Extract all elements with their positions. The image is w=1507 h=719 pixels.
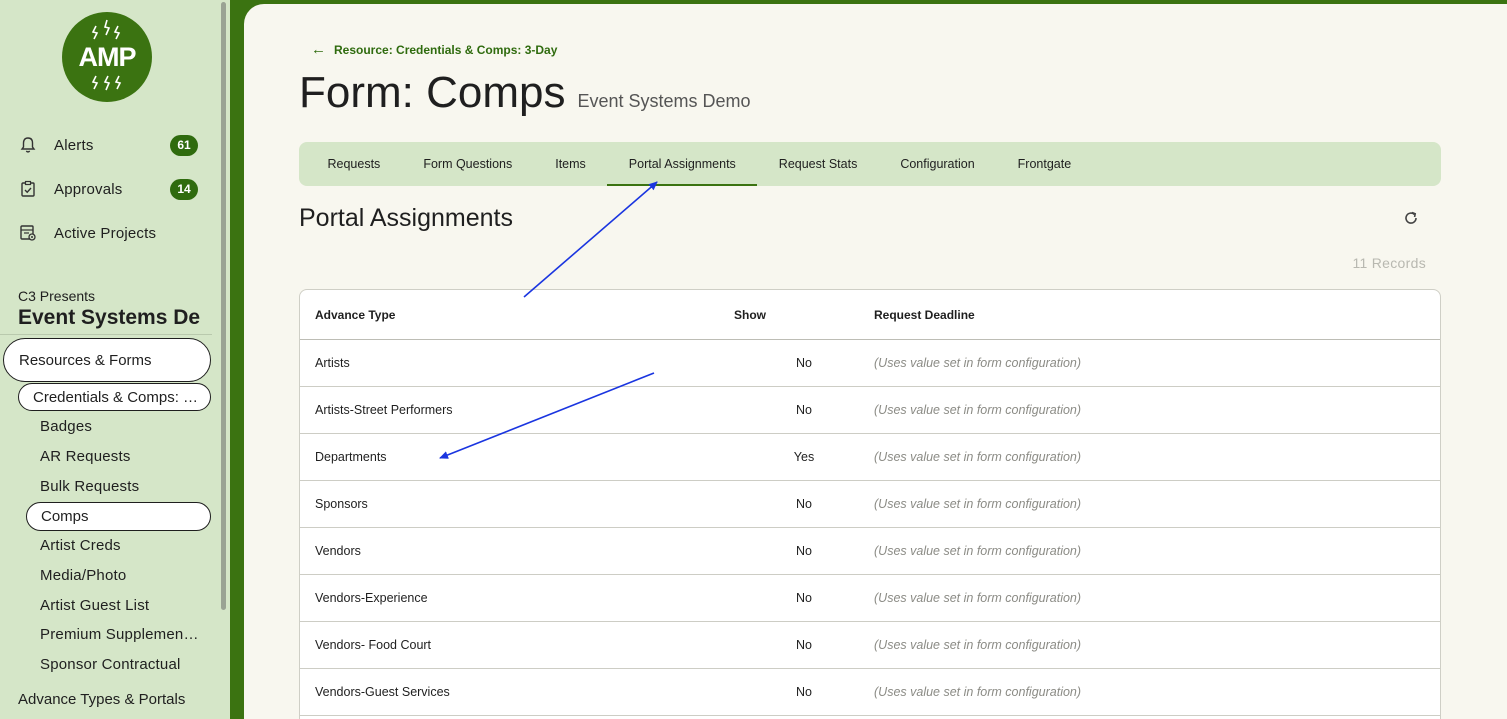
cell-request-deadline: (Uses value set in form configuration) [874,544,1082,558]
sidebar-divider [0,334,212,335]
cell-show: No [796,497,812,511]
cell-advance-type: Artists-Street Performers [315,403,453,417]
form-item-badges[interactable]: Badges [40,418,200,435]
form-item-media-photo[interactable]: Media/Photo [40,567,200,584]
refresh-icon[interactable] [1400,207,1422,229]
cell-advance-type: Vendors-Experience [315,591,428,605]
nav-approvals-label: Approvals [54,180,123,198]
cell-advance-type: Sponsors [315,497,368,511]
tab-request-stats[interactable]: Request Stats [757,142,879,186]
arrow-left-icon: ← [311,41,326,58]
main-panel: ← Resource: Credentials & Comps: 3-Day F… [244,4,1507,719]
cell-request-deadline: (Uses value set in form configuration) [874,638,1082,652]
form-item-bulk-requests[interactable]: Bulk Requests [40,478,200,495]
cell-request-deadline: (Uses value set in form configuration) [874,497,1082,511]
clipboard-check-icon [18,179,38,199]
project-name[interactable]: Event Systems De [18,306,223,330]
form-item-premium-supplement[interactable]: Premium Supplement… [40,626,200,643]
tab-frontgate[interactable]: Frontgate [996,142,1093,186]
approvals-count-badge: 14 [170,178,198,200]
cell-show: No [796,356,812,370]
alerts-count-badge: 61 [170,134,198,156]
table-row[interactable]: Vendors-Guest Services No (Uses value se… [300,669,1440,716]
cell-request-deadline: (Uses value set in form configuration) [874,403,1082,417]
advance-types-portals-link[interactable]: Advance Types & Portals [18,691,185,708]
nav-alerts-label: Alerts [54,136,94,154]
nav-active-projects-label: Active Projects [54,224,157,242]
cell-advance-type: Vendors [315,544,361,558]
cell-request-deadline: (Uses value set in form configuration) [874,450,1082,464]
amp-logo[interactable]: AMP [62,12,152,102]
page-title-text: Form: Comps [299,68,566,117]
header-advance-type[interactable]: Advance Type [300,308,734,322]
table-row[interactable]: Sponsors No (Uses value set in form conf… [300,481,1440,528]
header-show[interactable]: Show [734,308,874,322]
sidebar-scrollbar[interactable] [221,2,226,610]
nav-alerts[interactable]: Alerts 61 [18,130,198,160]
cell-show: Yes [793,450,815,464]
page-subtitle: Event Systems Demo [577,91,751,111]
back-link[interactable]: ← Resource: Credentials & Comps: 3-Day [311,42,557,57]
table-row[interactable]: Vendors- Food Court No (Uses value set i… [300,622,1440,669]
resource-credentials-comps[interactable]: Credentials & Comps: … [18,383,211,411]
tab-form-questions[interactable]: Form Questions [402,142,534,186]
form-item-artist-creds[interactable]: Artist Creds [40,537,200,554]
page-title: Form: Comps Event Systems Demo [299,68,751,118]
tab-configuration[interactable]: Configuration [879,142,996,186]
tab-portal-assignments[interactable]: Portal Assignments [607,142,758,186]
back-link-label: Resource: Credentials & Comps: 3-Day [334,42,558,57]
header-request-deadline[interactable]: Request Deadline [874,308,1440,322]
cell-show: No [796,403,812,417]
tab-requests[interactable]: Requests [306,142,402,186]
cell-show: No [796,638,812,652]
table-row[interactable]: Vendors-Experience No (Uses value set in… [300,575,1440,622]
table-header: Advance Type Show Request Deadline [300,290,1440,340]
cell-request-deadline: (Uses value set in form configuration) [874,685,1082,699]
records-count: 11 Records [1352,255,1426,271]
projects-icon [18,223,38,243]
tab-items[interactable]: Items [534,142,608,186]
sidebar: AMP Alerts 61 Approvals 14 Active Projec… [0,0,230,719]
cell-request-deadline: (Uses value set in form configuration) [874,591,1082,605]
nav-approvals[interactable]: Approvals 14 [18,174,198,204]
logo-text: AMP [78,41,137,72]
table-row[interactable]: Artists No (Uses value set in form confi… [300,340,1440,387]
cell-show: No [796,685,812,699]
form-item-comps[interactable]: Comps [26,502,211,531]
cell-advance-type: Departments [315,450,387,464]
cell-advance-type: Vendors- Food Court [315,638,432,652]
cell-advance-type: Vendors-Guest Services [315,685,450,699]
organization-name: C3 Presents [18,288,96,304]
form-item-sponsor-contractual[interactable]: Sponsor Contractual [40,656,200,673]
section-title: Portal Assignments [299,204,513,232]
nav-active-projects[interactable]: Active Projects [18,218,198,248]
table-row[interactable]: Departments Yes (Uses value set in form … [300,434,1440,481]
cell-show: No [796,544,812,558]
cell-advance-type: Artists [315,356,350,370]
cell-request-deadline: (Uses value set in form configuration) [874,356,1082,370]
table-row[interactable]: Artists-Street Performers No (Uses value… [300,387,1440,434]
portal-assignments-table: Advance Type Show Request Deadline Artis… [299,289,1441,719]
form-item-artist-guest-list[interactable]: Artist Guest List [40,597,200,614]
tab-bar: Requests Form Questions Items Portal Ass… [299,142,1441,186]
resources-forms-button[interactable]: Resources & Forms [3,338,211,382]
cell-show: No [796,591,812,605]
table-row[interactable]: Vendors No (Uses value set in form confi… [300,528,1440,575]
bell-icon [18,135,38,155]
form-item-ar-requests[interactable]: AR Requests [40,448,200,465]
